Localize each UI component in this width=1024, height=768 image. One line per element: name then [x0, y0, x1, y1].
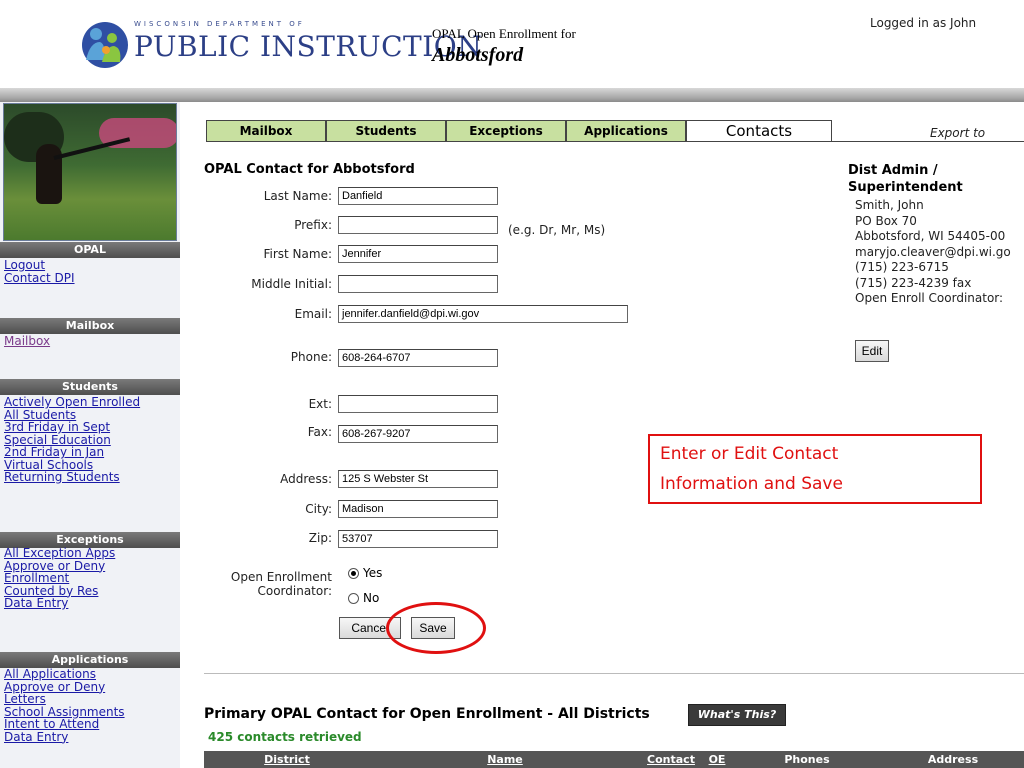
instruction-callout: Enter or Edit Contact Information and Sa… [648, 434, 982, 504]
sidebar-link-logout[interactable]: Logout [4, 259, 75, 272]
tab-baseline [831, 141, 1024, 142]
email-input[interactable]: jennifer.danfield@dpi.wi.gov [338, 305, 628, 323]
coordinator-yes-radio[interactable]: Yes [348, 566, 382, 580]
sidebar-link-applications-data-entry[interactable]: Data Entry [4, 730, 125, 744]
sidebar-link-letters[interactable]: Letters [4, 693, 125, 706]
sidebar-link-mailbox[interactable]: Mailbox [4, 335, 50, 348]
logo-tagline: WISCONSIN DEPARTMENT OF [134, 20, 305, 28]
callout-line2: Information and Save [660, 474, 843, 494]
sidebar-students-links: Actively Open Enrolled All Students 3rd … [4, 396, 140, 484]
admin-email: maryjo.cleaver@dpi.wi.go [855, 244, 1011, 259]
primary-contacts-title: Primary OPAL Contact for Open Enrollment… [204, 706, 650, 722]
address-input[interactable]: 125 S Webster St [338, 470, 498, 488]
fax-label: Fax: [307, 425, 332, 439]
radio-selected-icon [348, 568, 359, 579]
admin-po-box: PO Box 70 [855, 213, 917, 228]
admin-contact-details: Smith, John PO Box 70 Abbotsford, WI 544… [855, 198, 1011, 307]
sidebar-link-all-applications[interactable]: All Applications [4, 668, 125, 681]
family-logo-icon [82, 22, 128, 68]
contact-form-title: OPAL Contact for Abbotsford [204, 162, 415, 177]
save-highlight-circle [386, 602, 486, 654]
column-header-address: Address [927, 753, 979, 766]
zip-input[interactable]: 53707 [338, 530, 498, 548]
phone-label: Phone: [290, 350, 332, 364]
coordinator-label-line1: Open Enrollment [230, 570, 332, 584]
ext-input[interactable] [338, 395, 498, 413]
coordinator-no-radio[interactable]: No [348, 591, 379, 605]
dpi-logo[interactable]: WISCONSIN DEPARTMENT OF PUBLIC INSTRUCTI… [78, 14, 482, 74]
first-name-label: First Name: [263, 247, 332, 261]
sidebar-link-intent-to-attend[interactable]: Intent to Attend [4, 718, 125, 731]
section-divider [204, 673, 1024, 674]
admin-phone: (715) 223-6715 [855, 260, 949, 274]
tab-exceptions[interactable]: Exceptions [446, 120, 566, 142]
address-label: Address: [280, 472, 332, 486]
prefix-hint: (e.g. Dr, Mr, Ms) [508, 223, 606, 237]
contacts-count: 425 contacts retrieved [208, 730, 362, 744]
sidebar-opal-links: Logout Contact DPI [4, 259, 75, 284]
ext-label: Ext: [308, 397, 332, 411]
admin-city-state: Abbotsford, WI 54405-00 [855, 229, 1006, 243]
logo-wordmark: PUBLIC INSTRUCTION [134, 30, 483, 63]
header-band [0, 88, 1024, 102]
tab-contacts[interactable]: Contacts [686, 120, 832, 142]
tab-students[interactable]: Students [326, 120, 446, 142]
sidebar-header-students: Students [0, 379, 180, 395]
sidebar-link-2nd-friday[interactable]: 2nd Friday in Jan [4, 446, 140, 459]
middle-initial-label: Middle Initial: [251, 277, 332, 291]
sidebar: OPAL Logout Contact DPI Mailbox Mailbox … [0, 102, 180, 768]
first-name-input[interactable]: Jennifer [338, 245, 498, 263]
coordinator-label-line2: Coordinator: [257, 584, 332, 598]
last-name-label: Last Name: [263, 189, 332, 203]
column-header-district[interactable]: District [204, 751, 370, 768]
column-header-phones: Phones [784, 753, 830, 766]
contacts-table-header: District Name Contact OE Phones Address [204, 751, 1024, 768]
admin-edit-button[interactable]: Edit [855, 340, 889, 362]
sidebar-link-enrollment[interactable]: Enrollment [4, 572, 115, 585]
clarinet-player-photo [3, 103, 177, 241]
district-name: Abbotsford [432, 44, 524, 66]
tab-mailbox[interactable]: Mailbox [206, 120, 326, 142]
radio-unselected-icon [348, 593, 359, 604]
sidebar-header-mailbox: Mailbox [0, 318, 180, 334]
sidebar-header-opal: OPAL [0, 242, 180, 258]
city-label: City: [305, 502, 332, 516]
tab-applications[interactable]: Applications [566, 120, 686, 142]
sidebar-link-returning-students[interactable]: Returning Students [4, 471, 140, 484]
column-header-contact[interactable]: Contact [640, 751, 702, 768]
prefix-input[interactable] [338, 216, 498, 234]
whats-this-button[interactable]: What's This? [688, 704, 786, 726]
export-link[interactable]: Export to [930, 126, 985, 140]
admin-fax: (715) 223-4239 fax [855, 275, 972, 290]
app-title: OPAL Open Enrollment for [432, 26, 576, 41]
sidebar-mailbox-links: Mailbox [4, 335, 50, 348]
sidebar-link-3rd-friday[interactable]: 3rd Friday in Sept [4, 421, 140, 434]
admin-coordinator: Open Enroll Coordinator: [855, 291, 1004, 305]
column-header-oe[interactable]: OE [702, 751, 732, 768]
sidebar-link-actively-open-enrolled[interactable]: Actively Open Enrolled [4, 396, 140, 409]
prefix-label: Prefix: [294, 218, 332, 232]
sidebar-link-exceptions-data-entry[interactable]: Data Entry [4, 597, 115, 610]
login-status: Logged in as John [870, 16, 977, 30]
sidebar-header-applications: Applications [0, 652, 180, 668]
admin-name: Smith, John [855, 198, 924, 212]
column-header-name[interactable]: Name [370, 751, 640, 768]
sidebar-link-all-exception-apps[interactable]: All Exception Apps [4, 547, 115, 560]
callout-line1: Enter or Edit Contact [660, 444, 839, 464]
admin-panel-title: Dist Admin / Superintendent [848, 163, 963, 195]
page-header: WISCONSIN DEPARTMENT OF PUBLIC INSTRUCTI… [0, 0, 1024, 88]
city-input[interactable]: Madison [338, 500, 498, 518]
fax-input[interactable]: 608-267-9207 [338, 425, 498, 443]
phone-input[interactable]: 608-264-6707 [338, 349, 498, 367]
middle-initial-input[interactable] [338, 275, 498, 293]
zip-label: Zip: [308, 531, 332, 545]
sidebar-applications-links: All Applications Approve or Deny Letters… [4, 668, 125, 743]
sidebar-link-contact-dpi[interactable]: Contact DPI [4, 271, 75, 285]
email-label: Email: [294, 307, 332, 321]
last-name-input[interactable]: Danfield [338, 187, 498, 205]
sidebar-exceptions-links: All Exception Apps Approve or Deny Enrol… [4, 547, 115, 610]
